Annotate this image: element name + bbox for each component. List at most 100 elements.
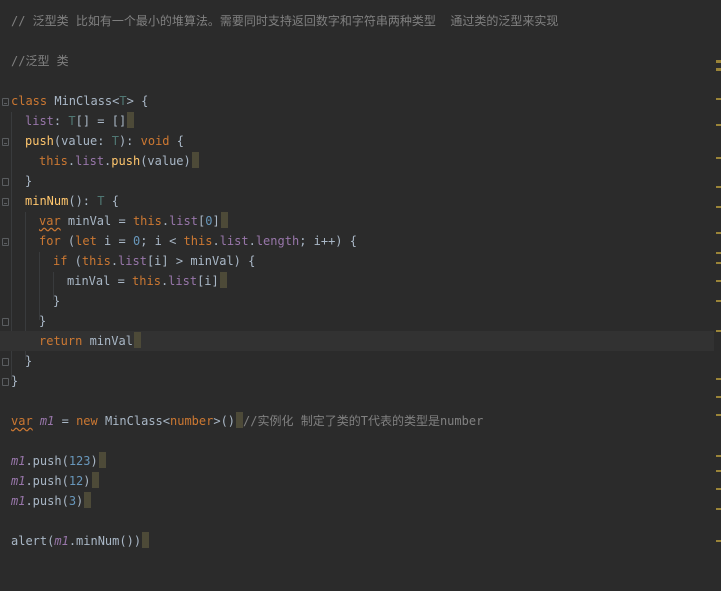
- class-ref: MinClass<: [97, 414, 170, 428]
- comment-text: //泛型 类: [11, 54, 69, 68]
- bracket: ]: [212, 214, 220, 228]
- warning-marker[interactable]: [716, 206, 721, 208]
- index: [i]: [197, 274, 219, 288]
- keyword-this: this: [183, 234, 213, 248]
- warning-marker[interactable]: [716, 252, 721, 254]
- paren: ): [76, 494, 84, 508]
- code-line[interactable]: class MinClass<T> {: [0, 91, 714, 111]
- keyword-this: this: [81, 254, 111, 268]
- line-end-marker: [127, 112, 135, 128]
- line-end-marker: [220, 212, 228, 228]
- paren: ): [90, 454, 98, 468]
- warning-marker[interactable]: [716, 488, 721, 490]
- code-editor[interactable]: // 泛型类 比如有一个最小的堆算法。需要同时支持返回数字和字符串两种类型 通过…: [0, 0, 721, 569]
- warning-marker[interactable]: [716, 68, 721, 71]
- code-line[interactable]: alert(m1.minNum()): [0, 531, 714, 551]
- condition: ; i <: [140, 234, 184, 248]
- code-line[interactable]: minVal = this.list[i]: [0, 271, 714, 291]
- warning-marker[interactable]: [716, 540, 721, 542]
- method-call: .push(: [25, 474, 69, 488]
- brace: {: [133, 94, 149, 108]
- code-line[interactable]: }: [0, 351, 714, 371]
- index: [i]: [146, 254, 169, 268]
- keyword-void: void: [140, 134, 170, 148]
- code-line[interactable]: //泛型 类: [0, 51, 714, 71]
- warning-marker[interactable]: [716, 232, 721, 234]
- warning-marker[interactable]: [716, 330, 721, 332]
- paren: (: [67, 254, 82, 268]
- code-line-current[interactable]: return minVal: [0, 331, 714, 351]
- warning-marker[interactable]: [716, 98, 721, 100]
- dot: .: [212, 234, 220, 248]
- property-list: list: [168, 274, 198, 288]
- number-literal: 123: [68, 454, 91, 468]
- warning-marker[interactable]: [716, 186, 721, 188]
- code-line[interactable]: this.list.push(value): [0, 151, 714, 171]
- line-end-marker: [133, 332, 141, 348]
- code-line[interactable]: }: [0, 311, 714, 331]
- code-line[interactable]: }: [0, 171, 714, 191]
- keyword-var: var: [11, 414, 33, 428]
- comparison: > minVal) {: [168, 254, 256, 268]
- variable-m1: m1: [11, 474, 26, 488]
- warning-marker[interactable]: [716, 470, 721, 472]
- code-line[interactable]: // 泛型类 比如有一个最小的堆算法。需要同时支持返回数字和字符串两种类型 通过…: [0, 11, 714, 31]
- dot: .: [248, 234, 256, 248]
- property-list: list: [118, 254, 147, 268]
- assignment: i =: [96, 234, 133, 248]
- property-list: list: [75, 154, 105, 168]
- code-line[interactable]: var minVal = this.list[0]: [0, 211, 714, 231]
- warning-marker[interactable]: [716, 157, 721, 159]
- code-line[interactable]: minNum(): T {: [0, 191, 714, 211]
- array-init: [] = []: [75, 114, 127, 128]
- type-param: T: [111, 134, 119, 148]
- comment-text: // 泛型类 比如有一个最小的堆算法。需要同时支持返回数字和字符串两种类型 通过…: [11, 14, 559, 28]
- error-stripe[interactable]: [714, 0, 721, 569]
- code-line[interactable]: push(value: T): void {: [0, 131, 714, 151]
- code-line[interactable]: var m1 = new MinClass<number>() //实例化 制定了…: [0, 411, 714, 431]
- warning-marker[interactable]: [716, 124, 721, 126]
- paren: ): [133, 534, 142, 548]
- code-line[interactable]: for (let i = 0; i < this.list.length; i+…: [0, 231, 714, 251]
- code-line[interactable]: }: [0, 371, 714, 391]
- code-line[interactable]: }: [0, 291, 714, 311]
- line-end-marker: [236, 412, 244, 428]
- code-line[interactable]: m1.push(3): [0, 491, 714, 511]
- loop-end: ; i++) {: [299, 234, 357, 248]
- dot: .: [161, 214, 170, 228]
- signature: ():: [68, 194, 98, 208]
- comment-text: //实例化 制定了类的T代表的类型是number: [243, 414, 484, 428]
- line-end-marker: [91, 472, 99, 488]
- paren: ): [83, 474, 91, 488]
- call-parens: >(): [213, 414, 236, 428]
- code-line[interactable]: list: T[] = []: [0, 111, 714, 131]
- warning-marker[interactable]: [716, 508, 721, 510]
- code-line[interactable]: m1.push(123): [0, 451, 714, 471]
- colon: :: [53, 114, 69, 128]
- method-call: .push(: [25, 454, 69, 468]
- variable-m1: m1: [39, 414, 55, 428]
- warning-marker[interactable]: [716, 414, 721, 416]
- declaration: minVal =: [60, 214, 133, 228]
- warning-marker[interactable]: [716, 378, 721, 380]
- keyword-class: class: [11, 94, 48, 108]
- brace: }: [25, 354, 33, 368]
- variable-m1: m1: [11, 494, 26, 508]
- keyword-for: for: [39, 234, 61, 248]
- params: ):: [118, 134, 141, 148]
- warning-marker[interactable]: [716, 280, 721, 282]
- keyword-this: this: [132, 274, 161, 288]
- warning-marker[interactable]: [716, 455, 721, 457]
- line-end-marker: [142, 532, 150, 548]
- method-call: push: [111, 154, 141, 168]
- call-args: (value): [140, 154, 191, 168]
- warning-marker[interactable]: [716, 396, 721, 398]
- code-line[interactable]: m1.push(12): [0, 471, 714, 491]
- warning-marker[interactable]: [716, 60, 721, 63]
- warning-marker[interactable]: [716, 300, 721, 302]
- params: (value:: [53, 134, 112, 148]
- warning-marker[interactable]: [716, 262, 721, 264]
- code-line[interactable]: if (this.list[i] > minVal) {: [0, 251, 714, 271]
- line-end-marker: [98, 452, 106, 468]
- keyword-new: new: [76, 414, 98, 428]
